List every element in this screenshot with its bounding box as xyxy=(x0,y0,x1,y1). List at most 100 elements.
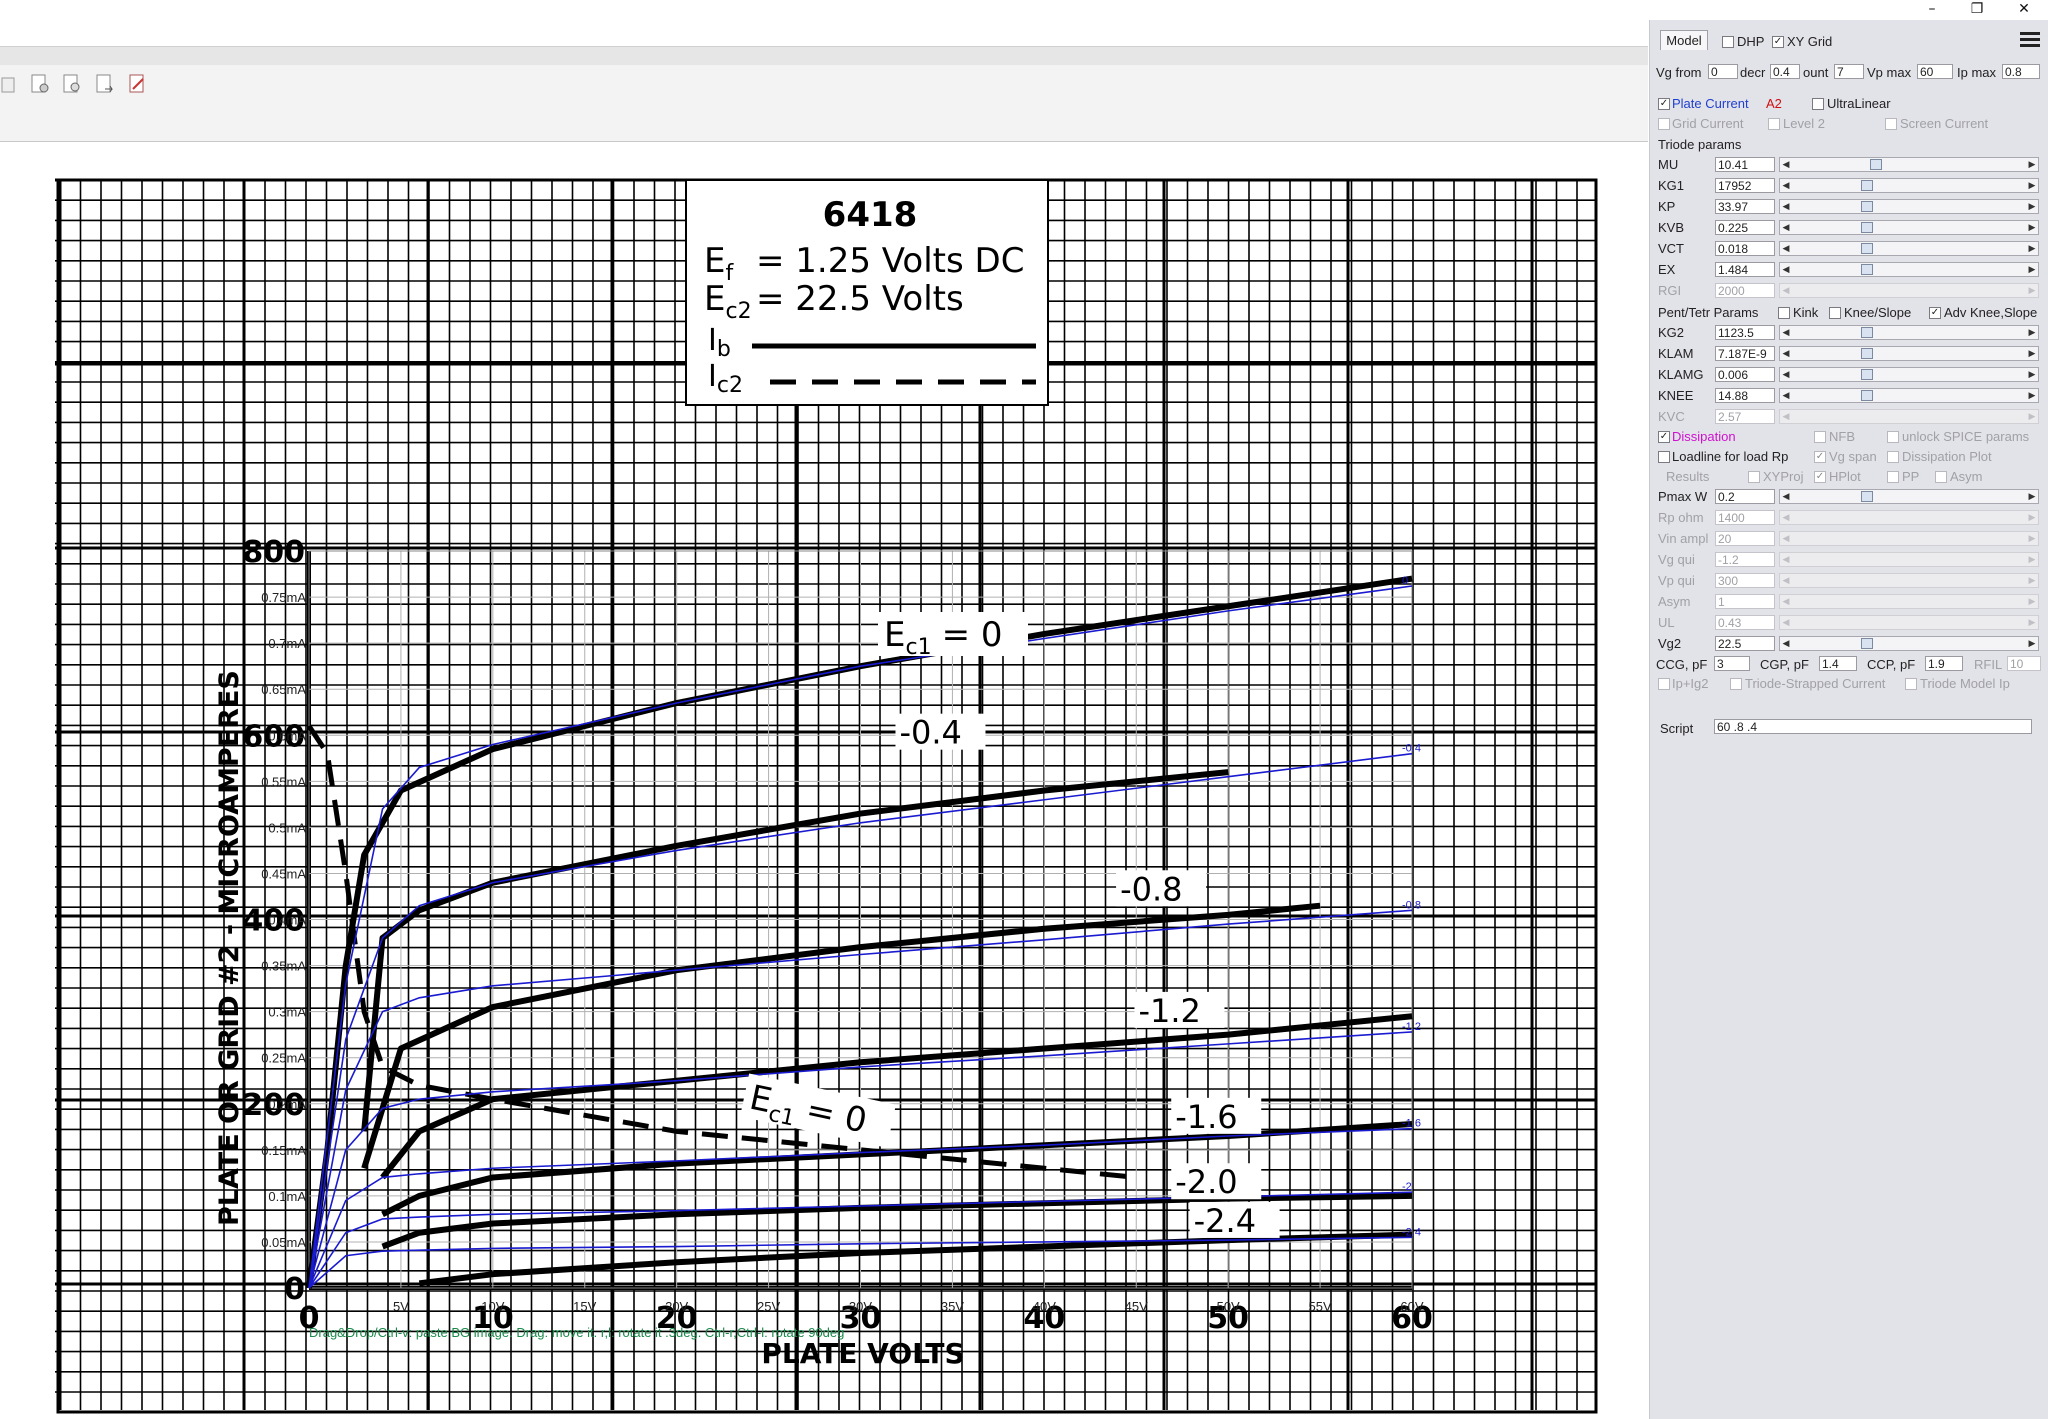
document-zoom-icon[interactable] xyxy=(61,73,83,95)
param-slider[interactable]: ◀ ▶ xyxy=(1779,325,2039,340)
slider-left-arrow-icon[interactable]: ◀ xyxy=(1780,490,1792,503)
slider-right-arrow-icon[interactable]: ▶ xyxy=(2026,490,2038,503)
dissipation-checkbox[interactable]: ✓ xyxy=(1658,431,1670,443)
minimize-button[interactable]: – xyxy=(1910,0,1954,20)
restore-button[interactable]: ❐ xyxy=(1955,0,1999,20)
slider-right-arrow-icon[interactable]: ▶ xyxy=(2026,326,2038,339)
param-slider[interactable]: ◀ ▶ xyxy=(1779,531,2039,546)
param-value-input[interactable]: 14.88 xyxy=(1715,388,1775,403)
slider-left-arrow-icon[interactable]: ◀ xyxy=(1780,389,1792,402)
param-slider[interactable]: ◀ ▶ xyxy=(1779,367,2039,382)
hplot-checkbox[interactable]: ✓ xyxy=(1814,471,1826,483)
param-slider[interactable]: ◀ ▶ xyxy=(1779,241,2039,256)
param-value-input[interactable]: 2000 xyxy=(1715,283,1775,298)
slider-left-arrow-icon[interactable]: ◀ xyxy=(1780,221,1792,234)
plot-canvas[interactable]: 6418 Ef = 1.25 Volts DC Ec2 = 22.5 Volts… xyxy=(0,142,1648,1419)
triode-model-ip-checkbox[interactable] xyxy=(1905,678,1917,690)
slider-thumb[interactable] xyxy=(1860,638,1873,649)
param-slider[interactable]: ◀ ▶ xyxy=(1779,615,2039,630)
param-slider[interactable]: ◀ ▶ xyxy=(1779,220,2039,235)
unlock-spice-checkbox[interactable] xyxy=(1887,431,1899,443)
slider-left-arrow-icon[interactable]: ◀ xyxy=(1780,200,1792,213)
kink-checkbox[interactable] xyxy=(1778,307,1790,319)
param-slider[interactable]: ◀ ▶ xyxy=(1779,262,2039,277)
ccp-input[interactable]: 1.9 xyxy=(1925,656,1963,671)
rfil-input[interactable]: 10 xyxy=(2007,656,2041,671)
param-value-input[interactable]: -1.2 xyxy=(1715,552,1775,567)
param-slider[interactable]: ◀ ▶ xyxy=(1779,489,2039,504)
pp-checkbox[interactable] xyxy=(1887,471,1899,483)
document-export-icon[interactable] xyxy=(94,73,116,95)
count-input[interactable]: 7 xyxy=(1834,64,1864,79)
slider-right-arrow-icon[interactable]: ▶ xyxy=(2026,616,2038,629)
param-slider[interactable]: ◀ ▶ xyxy=(1779,573,2039,588)
param-value-input[interactable]: 0.2 xyxy=(1715,489,1775,504)
slider-left-arrow-icon[interactable]: ◀ xyxy=(1780,158,1792,171)
slider-right-arrow-icon[interactable]: ▶ xyxy=(2026,347,2038,360)
slider-right-arrow-icon[interactable]: ▶ xyxy=(2026,553,2038,566)
param-value-input[interactable]: 0.43 xyxy=(1715,615,1775,630)
slider-right-arrow-icon[interactable]: ▶ xyxy=(2026,284,2038,297)
level2-checkbox[interactable] xyxy=(1768,118,1780,130)
param-slider[interactable]: ◀ ▶ xyxy=(1779,594,2039,609)
slider-left-arrow-icon[interactable]: ◀ xyxy=(1780,368,1792,381)
edit-icon[interactable] xyxy=(0,73,22,95)
slider-right-arrow-icon[interactable]: ▶ xyxy=(2026,511,2038,524)
slider-right-arrow-icon[interactable]: ▶ xyxy=(2026,389,2038,402)
slider-thumb[interactable] xyxy=(1860,201,1873,212)
slider-thumb[interactable] xyxy=(1860,390,1873,401)
ultralinear-checkbox[interactable] xyxy=(1812,98,1824,110)
param-slider[interactable]: ◀ ▶ xyxy=(1779,388,2039,403)
slider-left-arrow-icon[interactable]: ◀ xyxy=(1780,637,1792,650)
slider-thumb[interactable] xyxy=(1860,222,1873,233)
vp-max-input[interactable]: 60 xyxy=(1917,64,1953,79)
close-button[interactable]: ✕ xyxy=(2002,0,2046,20)
slider-left-arrow-icon[interactable]: ◀ xyxy=(1780,284,1792,297)
triode-strapped-checkbox[interactable] xyxy=(1730,678,1742,690)
slider-left-arrow-icon[interactable]: ◀ xyxy=(1780,616,1792,629)
xy-grid-checkbox[interactable]: ✓ xyxy=(1772,36,1784,48)
screen-current-checkbox[interactable] xyxy=(1885,118,1897,130)
slider-thumb[interactable] xyxy=(1860,264,1873,275)
asym-checkbox[interactable] xyxy=(1935,471,1947,483)
slider-right-arrow-icon[interactable]: ▶ xyxy=(2026,532,2038,545)
slider-right-arrow-icon[interactable]: ▶ xyxy=(2026,221,2038,234)
param-value-input[interactable]: 1123.5 xyxy=(1715,325,1775,340)
slider-thumb[interactable] xyxy=(1860,491,1873,502)
param-value-input[interactable]: 33.97 xyxy=(1715,199,1775,214)
loadline-checkbox[interactable] xyxy=(1658,451,1670,463)
slider-right-arrow-icon[interactable]: ▶ xyxy=(2026,574,2038,587)
plot-area[interactable]: 6418 Ef = 1.25 Volts DC Ec2 = 22.5 Volts… xyxy=(0,142,1648,1419)
slider-thumb[interactable] xyxy=(1860,348,1873,359)
slider-right-arrow-icon[interactable]: ▶ xyxy=(2026,242,2038,255)
slider-thumb[interactable] xyxy=(1860,180,1873,191)
param-slider[interactable]: ◀ ▶ xyxy=(1779,283,2039,298)
slider-left-arrow-icon[interactable]: ◀ xyxy=(1780,179,1792,192)
nfb-checkbox[interactable] xyxy=(1814,431,1826,443)
dissipation-plot-checkbox[interactable] xyxy=(1887,451,1899,463)
xyproj-checkbox[interactable] xyxy=(1748,471,1760,483)
param-slider[interactable]: ◀ ▶ xyxy=(1779,636,2039,651)
slider-right-arrow-icon[interactable]: ▶ xyxy=(2026,263,2038,276)
param-value-input[interactable]: 0.225 xyxy=(1715,220,1775,235)
adv-knee-slope-checkbox[interactable]: ✓ xyxy=(1929,307,1941,319)
slider-left-arrow-icon[interactable]: ◀ xyxy=(1780,410,1792,423)
slider-left-arrow-icon[interactable]: ◀ xyxy=(1780,263,1792,276)
slider-right-arrow-icon[interactable]: ▶ xyxy=(2026,410,2038,423)
vg-from-input[interactable]: 0 xyxy=(1708,64,1738,79)
param-slider[interactable]: ◀ ▶ xyxy=(1779,346,2039,361)
slider-left-arrow-icon[interactable]: ◀ xyxy=(1780,242,1792,255)
param-value-input[interactable]: 22.5 xyxy=(1715,636,1775,651)
slider-right-arrow-icon[interactable]: ▶ xyxy=(2026,595,2038,608)
decr-input[interactable]: 0.4 xyxy=(1770,64,1800,79)
param-slider[interactable]: ◀ ▶ xyxy=(1779,178,2039,193)
plate-current-checkbox[interactable]: ✓ xyxy=(1658,98,1670,110)
param-value-input[interactable]: 17952 xyxy=(1715,178,1775,193)
knee-slope-checkbox[interactable] xyxy=(1829,307,1841,319)
param-value-input[interactable]: 10.41 xyxy=(1715,157,1775,172)
slider-left-arrow-icon[interactable]: ◀ xyxy=(1780,347,1792,360)
slider-right-arrow-icon[interactable]: ▶ xyxy=(2026,637,2038,650)
script-input[interactable]: 60 .8 .4 xyxy=(1714,719,2032,734)
param-slider[interactable]: ◀ ▶ xyxy=(1779,157,2039,172)
param-slider[interactable]: ◀ ▶ xyxy=(1779,199,2039,214)
